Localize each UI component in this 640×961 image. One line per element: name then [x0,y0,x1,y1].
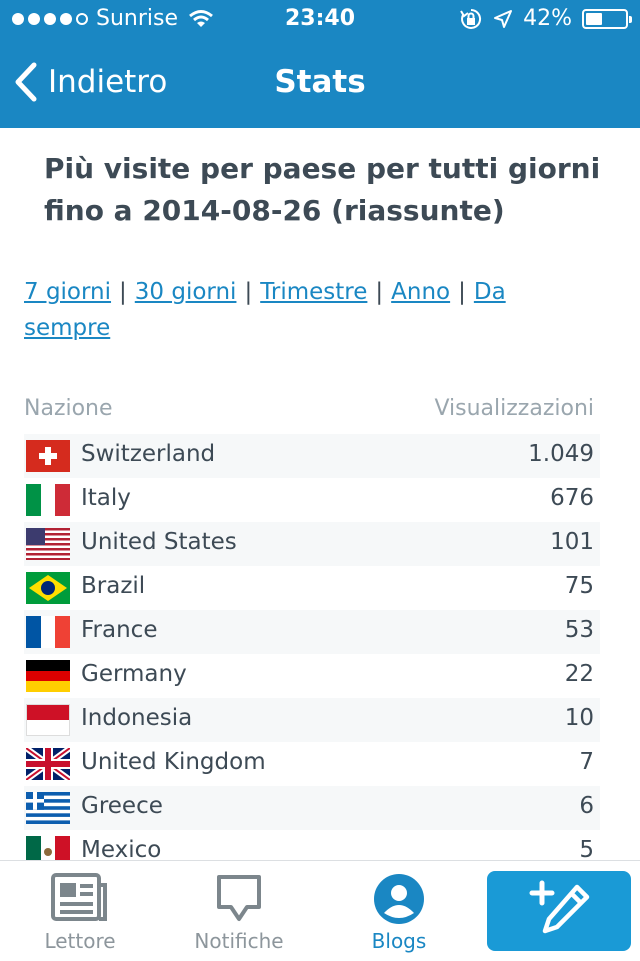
table-row: Greece 6 [24,786,600,830]
united-states-flag-icon [26,528,70,560]
battery-percentage: 42% [523,6,572,31]
france-flag-icon [26,616,70,648]
tab-label: Notifiche [194,929,284,953]
separator: | [244,279,253,305]
new-post-button[interactable] [487,871,631,951]
table-row: Mexico 5 [24,830,600,860]
country-name: Germany [81,661,187,687]
back-button-label: Indietro [48,64,168,100]
views-count: 101 [550,529,594,555]
rotation-lock-icon [460,8,482,29]
navigation-bar: Indietro Stats [0,40,640,128]
header: Sunrise 23:40 42% Indietro Stats [0,0,640,128]
tab-bar: Lettore Notifiche Blogs [0,860,640,961]
views-count: 7 [579,749,594,775]
mexico-flag-icon [26,836,70,860]
country-name: France [81,617,158,643]
views-count: 10 [564,705,594,731]
new-post-icon [529,880,590,934]
separator: | [119,279,127,305]
period-link-year[interactable]: Anno [391,279,450,305]
indonesia-flag-icon [26,704,70,736]
tab-label: Blogs [371,929,427,953]
period-selector: 7 giorni | 30 giorni | Trimestre | Anno | Da sem… [24,274,584,346]
back-button[interactable]: Indietro [14,62,167,102]
country-name: United States [81,529,237,555]
brazil-flag-icon [26,572,70,604]
views-count: 1.049 [528,441,594,467]
views-count: 75 [564,573,594,599]
tab-reader[interactable]: Lettore [40,861,120,961]
location-icon [494,9,513,28]
greece-flag-icon [26,792,70,824]
period-link-7-days[interactable]: 7 giorni [24,279,111,305]
table-row: United Kingdom 7 [24,742,600,786]
separator: | [375,279,384,305]
table-row: France 53 [24,610,600,654]
column-header-views: Visualizzazioni [434,396,594,421]
status-bar-right: 42% [459,6,632,31]
stats-content[interactable]: Più visite per paese per tutti giorni fi… [0,128,640,860]
tab-blogs[interactable]: Blogs [360,861,438,961]
tab-notifications[interactable]: Notifiche [188,861,290,961]
italy-flag-icon [26,484,70,516]
table-header: Nazione Visualizzazioni [24,396,594,421]
germany-flag-icon [26,660,70,692]
separator: | [458,279,466,305]
notifications-icon [217,875,261,921]
country-name: United Kingdom [81,749,266,775]
tab-label: Lettore [44,929,116,953]
views-count: 22 [564,661,594,687]
country-name: Indonesia [81,705,193,731]
table-row: Indonesia 10 [24,698,600,742]
battery-icon [582,8,632,29]
country-name: Switzerland [81,441,216,467]
country-name: Greece [81,793,163,819]
status-bar: Sunrise 23:40 42% [0,0,640,40]
country-name: Brazil [81,573,146,599]
switzerland-flag-icon [26,440,70,472]
column-header-country: Nazione [24,396,113,421]
country-table: Switzerland 1.049 Italy 676 United State… [24,434,600,860]
blogs-icon [374,874,424,924]
views-count: 676 [550,485,594,511]
reader-icon [51,873,107,921]
table-row: Switzerland 1.049 [24,434,600,478]
country-name: Mexico [81,837,162,860]
table-row: Brazil 75 [24,566,600,610]
page-title: Più visite per paese per tutti giorni fi… [44,152,601,227]
chevron-left-icon [15,62,37,102]
period-link-quarter[interactable]: Trimestre [260,279,367,305]
period-link-30-days[interactable]: 30 giorni [135,279,237,305]
views-count: 6 [579,793,594,819]
united-kingdom-flag-icon [26,748,70,780]
views-count: 5 [579,837,594,860]
table-row: United States 101 [24,522,600,566]
table-row: Italy 676 [24,478,600,522]
table-row: Germany 22 [24,654,600,698]
views-count: 53 [564,617,594,643]
country-name: Italy [81,485,131,511]
